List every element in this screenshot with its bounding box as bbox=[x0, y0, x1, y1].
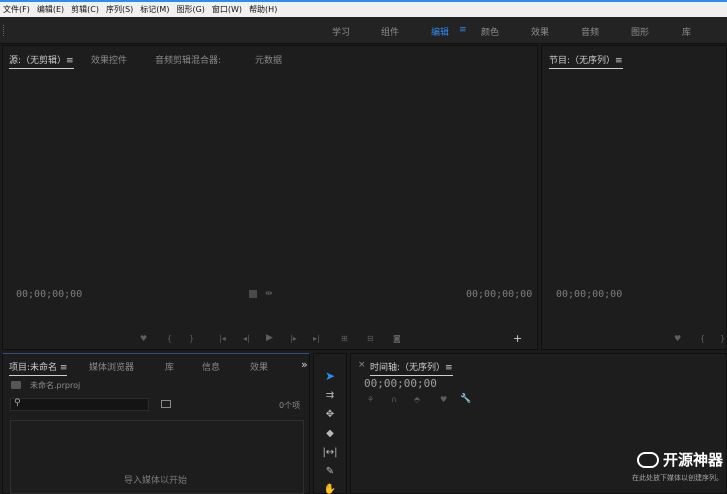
timeline-close-icon[interactable]: × bbox=[358, 360, 366, 370]
filter-icon[interactable] bbox=[249, 290, 257, 298]
export-frame-icon[interactable]: ◙ bbox=[393, 334, 401, 343]
source-monitor-panel: 源:（无剪辑）≡ 效果控件 音频剪辑混合器: 元数据 00;00;00;00 ⇹… bbox=[2, 45, 538, 350]
media-drop-area[interactable]: 导入媒体以开始 bbox=[10, 420, 304, 494]
menu-window[interactable]: 窗口(W) bbox=[212, 4, 242, 15]
go-to-out-icon[interactable]: ▸| bbox=[313, 334, 320, 343]
workspace-color[interactable]: 颜色 bbox=[481, 25, 499, 38]
pen-tool-icon[interactable]: ✎ bbox=[321, 462, 339, 480]
menu-help[interactable]: 帮助(H) bbox=[249, 4, 277, 15]
import-media-hint: 导入媒体以开始 bbox=[124, 476, 188, 486]
tab-info[interactable]: 信息 bbox=[202, 360, 220, 373]
add-marker-icon[interactable]: ♥ bbox=[140, 334, 147, 343]
button-editor-add-icon[interactable]: + bbox=[513, 332, 522, 345]
watermark-subtitle: 在此处放下媒体以创建序列。 bbox=[632, 474, 723, 482]
tab-effect-controls[interactable]: 效果控件 bbox=[91, 53, 127, 66]
search-field[interactable]: ⚲ bbox=[10, 398, 149, 411]
tab-timeline[interactable]: 时间轴:（无序列）≡ bbox=[370, 360, 453, 376]
watermark-title-text: 开源神器 bbox=[662, 451, 723, 469]
search-input[interactable] bbox=[26, 399, 146, 410]
workspace-learn[interactable]: 学习 bbox=[332, 25, 350, 38]
program-monitor-panel: 节目:（无序列）≡ 00;00;00;00 ♥ { } bbox=[541, 45, 727, 350]
snap-icon[interactable]: ∩ bbox=[391, 395, 397, 404]
tab-project[interactable]: 项目:未命名 ≡ bbox=[9, 360, 68, 376]
wechat-icon bbox=[636, 451, 659, 468]
tab-media-browser[interactable]: 媒体浏览器 bbox=[89, 360, 134, 373]
panel-overflow-icon[interactable]: » bbox=[301, 358, 308, 371]
workspace-menu-icon[interactable]: ≡ bbox=[459, 25, 467, 35]
tab-metadata[interactable]: 元数据 bbox=[255, 53, 282, 66]
source-timecode-duration: 00;00;00;00 bbox=[466, 289, 533, 300]
tab-audio-clip-mixer[interactable]: 音频剪辑混合器: bbox=[155, 53, 221, 66]
search-icon: ⚲ bbox=[14, 398, 21, 408]
workspace-editing[interactable]: 编辑 bbox=[431, 25, 449, 38]
menu-marker[interactable]: 标记(M) bbox=[140, 4, 169, 15]
slip-tool-icon[interactable]: |↔| bbox=[321, 443, 339, 461]
tab-program[interactable]: 节目:（无序列）≡ bbox=[549, 53, 623, 69]
insert-icon[interactable]: ⊞ bbox=[341, 334, 348, 343]
tab-source[interactable]: 源:（无剪辑）≡ bbox=[9, 53, 74, 69]
menu-file[interactable]: 文件(F) bbox=[3, 4, 30, 15]
linked-selection-icon[interactable]: ⬘ bbox=[414, 395, 420, 404]
program-timecode: 00;00;00;00 bbox=[556, 289, 623, 300]
source-timecode-current: 00;00;00;00 bbox=[16, 289, 83, 300]
overwrite-icon[interactable]: ⊟ bbox=[367, 334, 374, 343]
workspace-graphics[interactable]: 图形 bbox=[631, 25, 649, 38]
program-mark-in-icon[interactable]: { bbox=[700, 334, 705, 343]
workspace-assembly[interactable]: 组件 bbox=[381, 25, 399, 38]
selection-tool-icon[interactable]: ➤ bbox=[321, 367, 339, 385]
step-back-icon[interactable]: ◂| bbox=[243, 334, 250, 343]
project-file-name: 未命名.prproj bbox=[30, 381, 81, 390]
item-count: 0个项 bbox=[279, 401, 301, 410]
go-to-in-icon[interactable]: |◂ bbox=[219, 334, 226, 343]
watermark-title: 开源神器 bbox=[632, 449, 723, 470]
menu-graphics[interactable]: 图形(G) bbox=[176, 4, 204, 15]
menu-bar: 文件(F) 编辑(E) 剪辑(C) 序列(S) 标记(M) 图形(G) 窗口(W… bbox=[0, 0, 727, 17]
program-add-marker-icon[interactable]: ♥ bbox=[674, 334, 681, 343]
nest-icon[interactable]: ⚘ bbox=[367, 395, 374, 404]
wrench-icon[interactable]: 🔧 bbox=[460, 394, 471, 404]
ripple-edit-tool-icon[interactable]: ✥ bbox=[321, 405, 339, 423]
drag-grip-icon[interactable] bbox=[3, 25, 5, 36]
workspace-bar: 学习 组件 编辑 ≡ 颜色 效果 音频 图形 库 bbox=[0, 17, 727, 44]
timeline-timecode: 00;00;00;00 bbox=[364, 377, 437, 390]
track-select-tool-icon[interactable]: ⇉ bbox=[321, 386, 339, 404]
play-icon[interactable]: ▶ bbox=[266, 333, 273, 343]
timeline-marker-icon[interactable]: ♥ bbox=[440, 395, 447, 404]
project-panel: 项目:未命名 ≡ 媒体浏览器 库 信息 效果 » 未命名.prproj ⚲ 0个… bbox=[2, 353, 310, 494]
new-bin-icon[interactable] bbox=[161, 400, 171, 408]
mark-in-icon[interactable]: { bbox=[167, 334, 172, 343]
step-forward-icon[interactable]: |▸ bbox=[290, 334, 297, 343]
workspace-audio[interactable]: 音频 bbox=[581, 25, 599, 38]
menu-clip[interactable]: 剪辑(C) bbox=[71, 4, 99, 15]
workspace-effects[interactable]: 效果 bbox=[531, 25, 549, 38]
program-mark-out-icon[interactable]: } bbox=[720, 334, 725, 343]
tab-libraries[interactable]: 库 bbox=[165, 360, 174, 373]
zoom-fit-icon[interactable]: ⇹ bbox=[265, 289, 273, 299]
tools-panel: ➤ ⇉ ✥ ◆ |↔| ✎ ✋ bbox=[313, 353, 347, 494]
workspace-libraries[interactable]: 库 bbox=[682, 25, 691, 38]
menu-edit[interactable]: 编辑(E) bbox=[37, 4, 64, 15]
menu-sequence[interactable]: 序列(S) bbox=[106, 4, 133, 15]
folder-icon bbox=[11, 381, 21, 389]
hand-tool-icon[interactable]: ✋ bbox=[321, 480, 339, 494]
watermark: 开源神器 在此处放下媒体以创建序列。 bbox=[632, 449, 723, 483]
mark-out-icon[interactable]: } bbox=[189, 334, 194, 343]
razor-tool-icon[interactable]: ◆ bbox=[321, 424, 339, 442]
tab-effects[interactable]: 效果 bbox=[250, 360, 268, 373]
